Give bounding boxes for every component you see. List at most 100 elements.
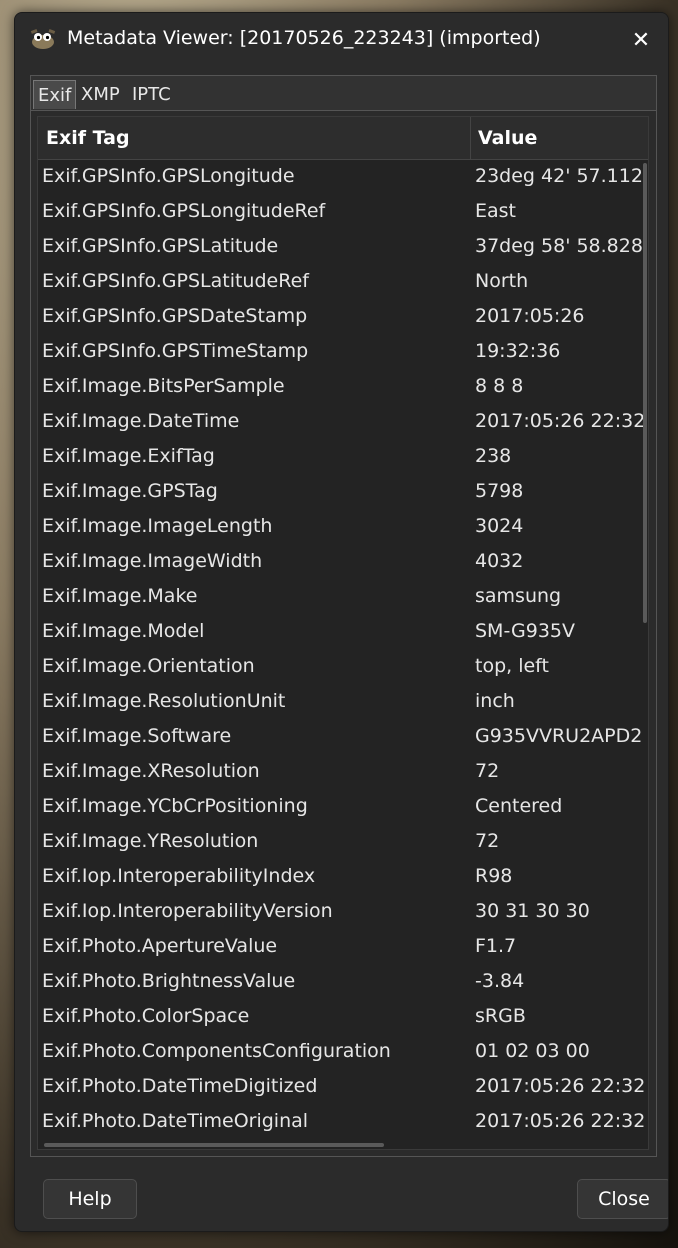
cell-value: F1.7 — [475, 935, 517, 957]
table-row[interactable]: Exif.GPSInfo.GPSLatitude 37deg 58' 58.828… — [38, 229, 645, 264]
cell-exif-tag: Exif.Photo.ColorSpace — [42, 1005, 250, 1027]
table-row[interactable]: Exif.Image.Orientation top, left — [38, 649, 642, 684]
cell-value: -3.84 — [475, 970, 525, 992]
table-row[interactable]: Exif.Photo.ComponentsConfiguration 01 02 … — [38, 1034, 642, 1069]
table-row[interactable]: Exif.Image.DateTime 2017:05:26 22:32:43 — [38, 404, 645, 439]
cell-value: 37deg 58' 58.828" — [475, 235, 645, 257]
cell-value: Centered — [475, 795, 563, 817]
cell-value: SM-G935V — [475, 620, 575, 642]
cell-exif-tag: Exif.Image.ExifTag — [42, 445, 215, 467]
table-row[interactable]: Exif.Image.ImageLength 3024 — [38, 509, 642, 544]
column-header-value[interactable]: Value — [470, 117, 648, 159]
cell-exif-tag: Exif.Image.BitsPerSample — [42, 375, 285, 397]
table-row[interactable]: Exif.Photo.ApertureValue F1.7 — [38, 929, 642, 964]
cell-value: 23deg 42' 57.112" — [475, 165, 645, 187]
table-header: Exif Tag Value — [38, 117, 648, 160]
cell-exif-tag: Exif.Image.DateTime — [42, 410, 240, 432]
tab-iptc[interactable]: IPTC — [128, 80, 175, 108]
table-row[interactable]: Exif.Iop.InteroperabilityIndex R98 — [38, 859, 642, 894]
cell-value: 5798 — [475, 480, 524, 502]
cell-exif-tag: Exif.Photo.DateTimeOriginal — [42, 1110, 309, 1132]
tab-xmp[interactable]: XMP — [77, 80, 124, 108]
table-row[interactable]: Exif.Image.BitsPerSample 8 8 8 — [38, 369, 642, 404]
gimp-wilber-icon — [30, 29, 56, 49]
cell-exif-tag: Exif.Image.XResolution — [42, 760, 260, 782]
table-row[interactable]: Exif.Image.Software G935VVRU2APD2 — [38, 719, 642, 754]
cell-value: sRGB — [475, 1005, 526, 1027]
cell-value: East — [475, 200, 516, 222]
cell-exif-tag: Exif.Image.GPSTag — [42, 480, 218, 502]
table-row[interactable]: Exif.GPSInfo.GPSLongitude 23deg 42' 57.11… — [38, 159, 645, 194]
cell-value: 2017:05:26 22:32:43 — [475, 1075, 645, 1097]
table-row[interactable]: Exif.Image.Model SM-G935V — [38, 614, 642, 649]
cell-exif-tag: Exif.Iop.InteroperabilityIndex — [42, 865, 316, 887]
table-row[interactable]: Exif.Image.YCbCrPositioning Centered — [38, 789, 642, 824]
cell-exif-tag: Exif.Photo.DateTimeDigitized — [42, 1075, 318, 1097]
vertical-scrollbar[interactable] — [643, 163, 647, 623]
cell-exif-tag: Exif.Image.YCbCrPositioning — [42, 795, 308, 817]
table-row[interactable]: Exif.Image.GPSTag 5798 — [38, 474, 642, 509]
table-row[interactable]: Exif.Photo.ColorSpace sRGB — [38, 999, 642, 1034]
cell-value: 2017:05:26 22:32:43 — [475, 1110, 645, 1132]
cell-value: 72 — [475, 760, 500, 782]
table-row[interactable]: Exif.GPSInfo.GPSDateStamp 2017:05:26 — [38, 299, 642, 334]
tab-strip: Exif XMP IPTC — [31, 76, 656, 111]
table-row[interactable]: Exif.Image.ExifTag 238 — [38, 439, 642, 474]
exif-table: Exif Tag Value Exif.GPSInfo.GPSLongitude… — [37, 116, 649, 1150]
help-button[interactable]: Help — [43, 1179, 137, 1219]
cell-exif-tag: Exif.Image.Orientation — [42, 655, 255, 677]
cell-value: top, left — [475, 655, 549, 677]
cell-value: 3024 — [475, 515, 524, 537]
cell-value: North — [475, 270, 529, 292]
cell-value: 8 8 8 — [475, 375, 524, 397]
cell-exif-tag: Exif.GPSInfo.GPSLatitudeRef — [42, 270, 309, 292]
table-row[interactable]: Exif.GPSInfo.GPSTimeStamp 19:32:36 — [38, 334, 642, 369]
cell-exif-tag: Exif.Image.Model — [42, 620, 205, 642]
cell-value: 30 31 30 30 — [475, 900, 590, 922]
cell-exif-tag: Exif.GPSInfo.GPSDateStamp — [42, 305, 308, 327]
metadata-viewer-dialog: Metadata Viewer: [20170526_223243] (impo… — [14, 12, 669, 1232]
cell-exif-tag: Exif.Photo.ComponentsConfiguration — [42, 1040, 391, 1062]
cell-exif-tag: Exif.GPSInfo.GPSLongitudeRef — [42, 200, 326, 222]
cell-exif-tag: Exif.GPSInfo.GPSLongitude — [42, 165, 295, 187]
table-row[interactable]: Exif.Image.XResolution 72 — [38, 754, 642, 789]
cell-exif-tag: Exif.Image.Make — [42, 585, 198, 607]
metadata-notebook: Exif XMP IPTC Exif Tag Value Exif.GPSInf… — [30, 75, 657, 1157]
table-row[interactable]: Exif.Photo.BrightnessValue -3.84 — [38, 964, 642, 999]
cell-value: 238 — [475, 445, 512, 467]
table-row[interactable]: Exif.Photo.DateTimeOriginal 2017:05:26 22… — [38, 1104, 645, 1139]
table-rows: Exif.GPSInfo.GPSLongitude 23deg 42' 57.11… — [38, 159, 645, 1139]
cell-exif-tag: Exif.Image.ImageWidth — [42, 550, 263, 572]
table-row[interactable]: Exif.Image.ResolutionUnit inch — [38, 684, 642, 719]
window-title: Metadata Viewer: [20170526_223243] (impo… — [67, 27, 541, 49]
cell-value: G935VVRU2APD2 — [475, 725, 643, 747]
cell-value: 72 — [475, 830, 500, 852]
cell-exif-tag: Exif.Iop.InteroperabilityVersion — [42, 900, 333, 922]
table-row[interactable]: Exif.GPSInfo.GPSLatitudeRef North — [38, 264, 642, 299]
cell-value: 2017:05:26 22:32:43 — [475, 410, 645, 432]
table-row[interactable]: Exif.Image.ImageWidth 4032 — [38, 544, 642, 579]
cell-exif-tag: Exif.GPSInfo.GPSTimeStamp — [42, 340, 309, 362]
cell-value: inch — [475, 690, 515, 712]
close-icon[interactable]: ✕ — [626, 25, 656, 55]
cell-exif-tag: Exif.Image.Software — [42, 725, 232, 747]
horizontal-scrollbar[interactable] — [44, 1143, 384, 1147]
table-row[interactable]: Exif.GPSInfo.GPSLongitudeRef East — [38, 194, 642, 229]
titlebar[interactable]: Metadata Viewer: [20170526_223243] (impo… — [15, 13, 668, 69]
tab-exif[interactable]: Exif — [33, 80, 77, 109]
cell-exif-tag: Exif.Image.YResolution — [42, 830, 259, 852]
cell-value: 19:32:36 — [475, 340, 561, 362]
table-row[interactable]: Exif.Iop.InteroperabilityVersion 30 31 30… — [38, 894, 642, 929]
cell-value: 4032 — [475, 550, 524, 572]
table-row[interactable]: Exif.Image.Make samsung — [38, 579, 642, 614]
table-row[interactable]: Exif.Image.YResolution 72 — [38, 824, 642, 859]
cell-exif-tag: Exif.Image.ResolutionUnit — [42, 690, 286, 712]
cell-value: samsung — [475, 585, 562, 607]
column-header-exif-tag[interactable]: Exif Tag — [38, 117, 471, 159]
cell-exif-tag: Exif.Image.ImageLength — [42, 515, 273, 537]
close-button[interactable]: Close — [577, 1179, 668, 1219]
table-row[interactable]: Exif.Photo.DateTimeDigitized 2017:05:26 2… — [38, 1069, 645, 1104]
cell-exif-tag: Exif.GPSInfo.GPSLatitude — [42, 235, 279, 257]
cell-exif-tag: Exif.Photo.BrightnessValue — [42, 970, 296, 992]
cell-value: 01 02 03 00 — [475, 1040, 590, 1062]
